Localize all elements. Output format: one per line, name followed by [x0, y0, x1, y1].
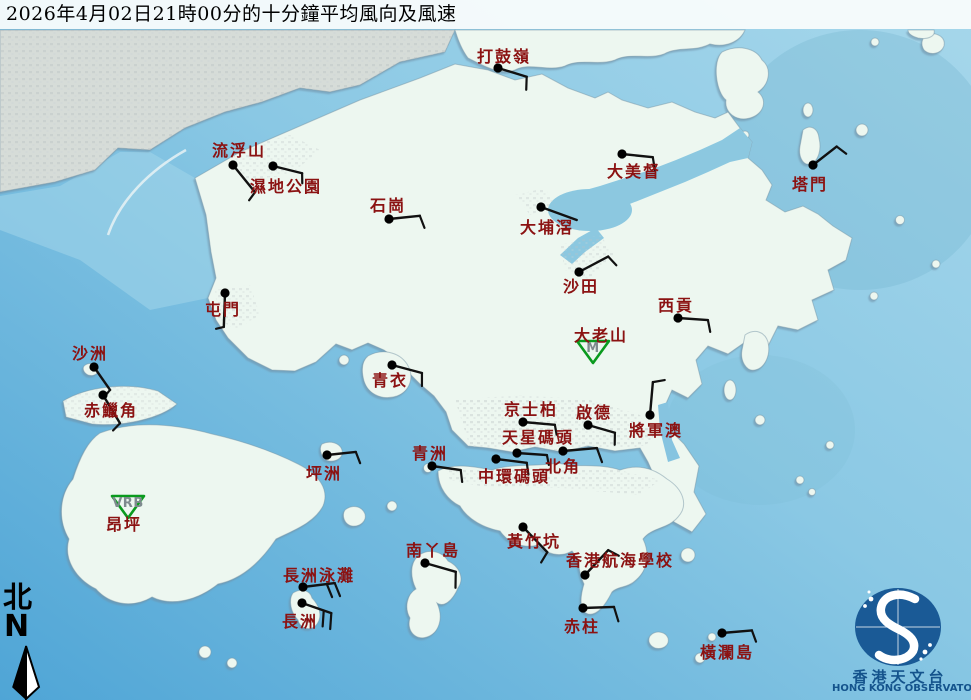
land-po-toi [648, 631, 669, 649]
station-dot [574, 267, 584, 277]
land-peng-chau [319, 441, 343, 462]
station-dot [491, 454, 501, 464]
station-dot [322, 450, 332, 460]
station-label-kings-park: 京士柏 [504, 400, 558, 419]
land-port-island [855, 123, 869, 137]
station-label-tap-mun: 塔門 [792, 175, 828, 194]
land-ninepin-2 [808, 488, 816, 496]
station-label-green-island: 青洲 [412, 444, 448, 463]
station-label-waglan-island: 橫瀾島 [700, 643, 754, 662]
station-dot [518, 522, 528, 532]
station-label-lamma-island: 南丫島 [406, 541, 460, 560]
station-label-lau-fau-shan: 流浮山 [212, 141, 266, 160]
station-label-wong-chuk-hang: 黃竹坑 [506, 532, 561, 551]
station-label-north-point: 北角 [545, 457, 581, 476]
station-label-star-ferry: 天星碼頭 [502, 428, 574, 447]
station-label-tseung-kwan-o: 將軍澳 [629, 421, 683, 440]
station-label-tsing-yi: 青衣 [372, 371, 408, 390]
land-ne-islet-1 [870, 37, 880, 47]
station-dot [89, 362, 99, 372]
hk-wind-map: 打鼓嶺流浮山濕地公園石崗大美督塔門大埔滘沙田屯門 西貢M大老山沙洲赤鱲角青衣京士柏… [0, 0, 971, 700]
station-label-peng-chau: 坪洲 [306, 464, 342, 483]
station-label-cheung-chau: 長洲 [282, 612, 318, 631]
wind-barb-tick [459, 468, 464, 484]
station-dot [220, 288, 230, 298]
station-label-chek-lap-kok: 赤鱲角 [84, 401, 138, 420]
land-ne-islet-4 [931, 259, 941, 269]
station-dot [384, 214, 394, 224]
station-dot [645, 410, 655, 420]
hko-logo-text-en: HONG KONG OBSERVATORY [832, 683, 971, 694]
land-hei-ling-chau [342, 506, 366, 527]
station-dot [512, 448, 522, 458]
station-dot [558, 446, 568, 456]
land-kau-yi-chau [386, 500, 398, 512]
land-ma-wan [338, 354, 350, 366]
station-label-central-pier: 中環碼頭 [478, 467, 550, 486]
wind-barb-staff [581, 605, 616, 610]
land-soko-1 [198, 645, 212, 659]
station-label-shek-kong: 石崗 [369, 196, 406, 215]
land-waglan [707, 632, 717, 642]
land-soko-2 [226, 657, 238, 669]
station-label-tai-po-kau: 大埔滘 [520, 218, 574, 237]
station-label-tates-cairn: 大老山 [574, 326, 628, 345]
station-label-stanley: 赤柱 [564, 617, 600, 636]
station-dot [578, 603, 588, 613]
station-dot [717, 628, 727, 638]
hko-wind-map-screen: 打鼓嶺 流浮山 濕地公園 石崗 大美督 塔門 大埔滘 沙田 屯門 西貢 M 大老山 沙洲 赤鱲角 青衣 京士柏… [0, 0, 971, 700]
land-tap-mun-north [802, 102, 814, 118]
station-label-tuen-mun: 屯門 [205, 300, 241, 319]
station-dot [98, 390, 108, 400]
land-ninepin-1 [795, 475, 805, 485]
map-title: 2026年4月02日21時00分的十分鐘平均風向及風速 [0, 0, 971, 29]
station-dot [268, 161, 278, 171]
land-ne-islet-5 [869, 291, 879, 301]
station-dot [228, 160, 238, 170]
station-dot [580, 570, 590, 580]
station-label-cheung-chau-beach: 長洲泳灘 [283, 566, 355, 585]
symbol-text: VRB [112, 496, 143, 511]
station-label-sha-tin: 沙田 [563, 277, 599, 296]
hko-logo [855, 588, 941, 666]
land-tung-lung [680, 547, 696, 563]
land-tap-mun [799, 126, 821, 165]
station-label-ngong-ping: 昂坪 [106, 515, 142, 534]
station-dot [808, 160, 818, 170]
land-basalt [825, 440, 835, 450]
station-dot [387, 360, 397, 370]
station-label-sai-kung: 西貢 [658, 296, 694, 315]
station-label-sha-chau: 沙洲 [72, 344, 108, 363]
land-jin-island [754, 414, 766, 426]
compass-north-letter: N [4, 609, 30, 644]
station-label-wetland-park: 濕地公園 [250, 177, 322, 196]
station-dot [536, 202, 546, 212]
land-ne-islet-3 [895, 215, 905, 225]
station-label-hk-sea-school: 香港航海學校 [565, 551, 674, 570]
compass-north-hanzi: 北 [3, 580, 33, 614]
station-label-kai-tak: 啟德 [576, 403, 612, 422]
station-dot [617, 149, 627, 159]
station-dot [297, 598, 307, 608]
wind-barb-tick [329, 611, 333, 631]
land-sharp-island [723, 379, 737, 401]
station-label-ta-kwu-ling: 打鼓嶺 [477, 47, 531, 66]
station-label-tai-mei-tuk: 大美督 [607, 162, 661, 181]
wind-barb-tick [321, 609, 325, 628]
station-ngong-ping: VRB 昂坪 [106, 494, 146, 534]
